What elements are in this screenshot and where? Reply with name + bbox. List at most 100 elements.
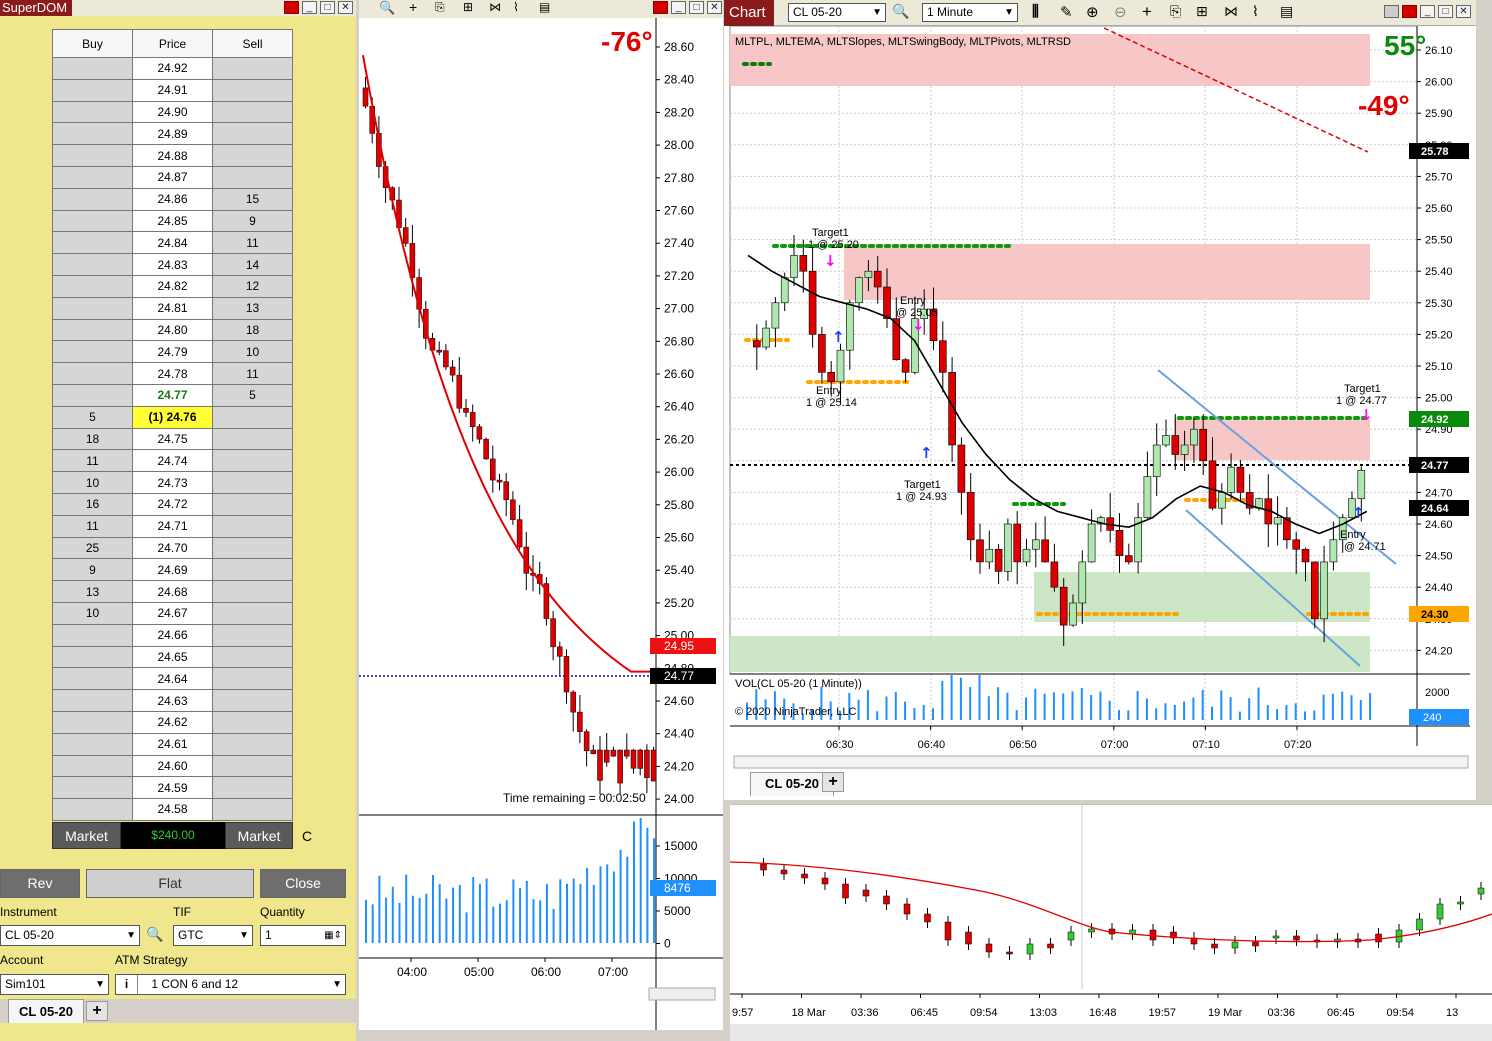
buy-cell[interactable]: 10 [52, 471, 133, 494]
price-cell[interactable]: 24.81 [132, 296, 213, 320]
price-cell[interactable]: 24.74 [132, 449, 213, 473]
link-color-button[interactable] [653, 1, 668, 14]
buy-cell[interactable] [52, 645, 133, 669]
buy-cell[interactable] [52, 340, 133, 364]
drawing-tools-icon[interactable]: ⋈ [489, 0, 501, 14]
sell-cell[interactable] [212, 689, 293, 712]
buy-cell[interactable] [52, 776, 133, 800]
instrument-select[interactable]: CL 05-20 ▼ [788, 3, 886, 22]
price-cell[interactable]: 24.92 [132, 57, 213, 80]
sell-cell[interactable]: 11 [212, 231, 293, 255]
buy-cell[interactable] [52, 798, 133, 821]
buy-cell[interactable] [52, 144, 133, 167]
buy-cell[interactable] [52, 253, 133, 276]
price-cell[interactable]: 24.62 [132, 710, 213, 734]
buy-cell[interactable]: 25 [52, 536, 133, 560]
buy-cell[interactable]: 11 [52, 449, 133, 473]
drawing-tools-icon[interactable]: ⋈ [1224, 3, 1238, 20]
info-icon[interactable]: i [116, 975, 138, 994]
cancel-label[interactable]: C [302, 828, 312, 844]
price-cell[interactable]: 24.78 [132, 362, 213, 385]
sell-cell[interactable] [212, 514, 293, 538]
zoom-out-icon[interactable]: 🔍 [379, 0, 395, 16]
close-window-button[interactable]: ✕ [338, 1, 353, 14]
buy-cell[interactable] [52, 78, 133, 102]
sell-cell[interactable] [212, 100, 293, 124]
price-cell[interactable]: 24.58 [132, 798, 213, 821]
sell-cell[interactable] [212, 492, 293, 516]
buy-cell[interactable] [52, 122, 133, 146]
price-cell[interactable]: 24.90 [132, 100, 213, 124]
buy-cell[interactable] [52, 689, 133, 712]
sell-cell[interactable]: 11 [212, 362, 293, 385]
price-cell[interactable]: 24.72 [132, 492, 213, 516]
sell-cell[interactable] [212, 601, 293, 625]
middle-price-chart[interactable]: 28.60 28.40 28.20 28.00 27.80 27.60 27.40 27.20… [359, 18, 723, 1030]
price-cell[interactable]: 24.61 [132, 732, 213, 756]
sell-cell[interactable]: 15 [212, 187, 293, 211]
price-cell[interactable]: 24.67 [132, 601, 213, 625]
price-cell[interactable]: 24.91 [132, 78, 213, 102]
properties-icon[interactable]: ⊞ [1196, 3, 1208, 20]
price-cell[interactable]: 24.69 [132, 558, 213, 582]
sell-cell[interactable] [212, 405, 293, 429]
link-color-button[interactable] [1402, 5, 1417, 18]
price-cell[interactable]: 24.66 [132, 623, 213, 647]
data-box-icon[interactable]: ⎘ [1170, 3, 1181, 20]
sell-cell[interactable] [212, 580, 293, 603]
pencil-icon[interactable]: ✎ [1060, 3, 1073, 21]
price-cell[interactable]: 24.84 [132, 231, 213, 255]
sell-cell[interactable] [212, 623, 293, 647]
price-cell[interactable]: 24.75 [132, 427, 213, 451]
data-box-icon[interactable]: ⎘ [435, 0, 445, 15]
sell-cell[interactable]: 18 [212, 318, 293, 342]
search-icon[interactable]: 🔍 [146, 926, 163, 943]
sell-cell[interactable] [212, 536, 293, 560]
price-cell[interactable]: 24.85 [132, 209, 213, 233]
sell-cell[interactable] [212, 667, 293, 691]
minimize-button[interactable]: _ [302, 1, 317, 14]
buy-cell[interactable]: 16 [52, 492, 133, 516]
bottom-price-chart[interactable]: 9:57 18 Mar 03:36 06:45 09:54 13:03 16:48 19:57… [730, 804, 1492, 1041]
sell-cell[interactable] [212, 558, 293, 582]
price-cell[interactable]: (1) 24.76 [132, 405, 213, 429]
price-cell[interactable]: 24.77 [132, 383, 213, 407]
chart-trader-icon[interactable]: ▤ [1280, 3, 1293, 20]
strategies-icon[interactable]: ⌇ [513, 0, 519, 14]
buy-cell[interactable]: 18 [52, 427, 133, 451]
sell-cell[interactable] [212, 798, 293, 821]
sell-cell[interactable]: 5 [212, 383, 293, 407]
price-cell[interactable]: 24.80 [132, 318, 213, 342]
zoom-out-icon[interactable]: ⊖ [1114, 3, 1127, 21]
maximize-button[interactable]: □ [320, 1, 335, 14]
buy-cell[interactable] [52, 231, 133, 255]
sell-cell[interactable] [212, 427, 293, 451]
maximize-button[interactable]: □ [689, 1, 704, 14]
buy-cell[interactable] [52, 754, 133, 778]
spinner-icon[interactable]: ▦⇕ [324, 926, 342, 945]
sell-cell[interactable]: 10 [212, 340, 293, 364]
atm-strategy-select[interactable]: i 1 CON 6 and 12 ▼ [115, 974, 346, 995]
price-cell[interactable]: 24.73 [132, 471, 213, 494]
buy-cell[interactable] [52, 296, 133, 320]
tif-select[interactable]: GTC ▼ [173, 925, 253, 946]
buy-cell[interactable] [52, 100, 133, 124]
price-cell[interactable]: 24.71 [132, 514, 213, 538]
buy-cell[interactable] [52, 623, 133, 647]
sell-cell[interactable]: 14 [212, 253, 293, 276]
price-cell[interactable]: 24.70 [132, 536, 213, 560]
price-cell[interactable]: 24.87 [132, 165, 213, 189]
sell-market-button[interactable]: Market [225, 822, 293, 849]
sell-cell[interactable]: 13 [212, 296, 293, 320]
crosshair-icon[interactable]: + [409, 0, 417, 15]
buy-cell[interactable] [52, 383, 133, 407]
reverse-button[interactable]: Rev [0, 869, 80, 898]
sell-cell[interactable] [212, 449, 293, 473]
properties-icon[interactable]: ⊞ [463, 0, 473, 14]
sell-cell[interactable] [212, 776, 293, 800]
buy-cell[interactable]: 5 [52, 405, 133, 429]
price-cell[interactable]: 24.89 [132, 122, 213, 146]
minimize-button[interactable]: _ [671, 1, 686, 14]
buy-cell[interactable] [52, 318, 133, 342]
crosshair-icon[interactable]: + [1142, 2, 1152, 22]
